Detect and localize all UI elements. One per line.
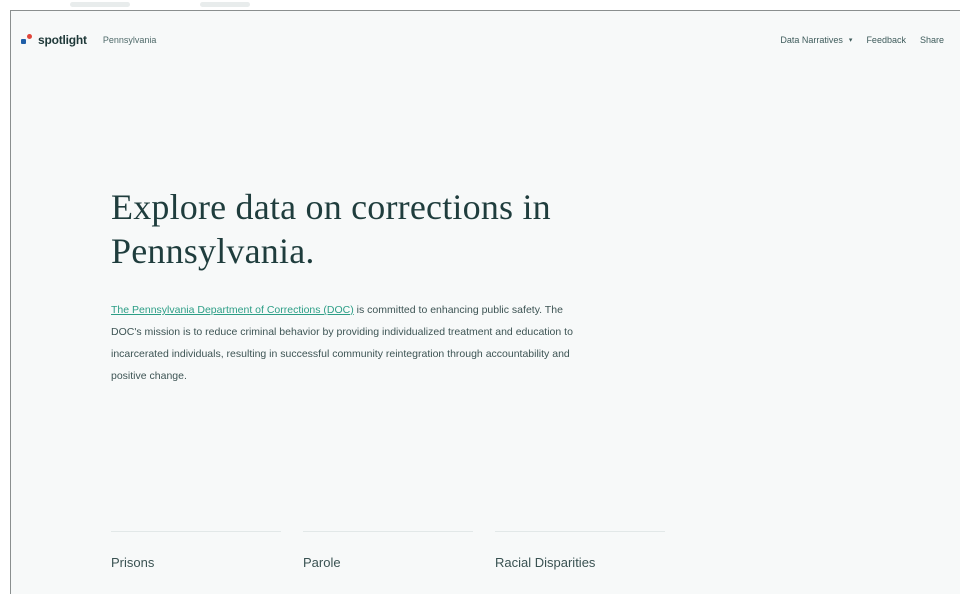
- state-label[interactable]: Pennsylvania: [103, 35, 157, 45]
- card-label: Racial Disparities: [495, 555, 596, 570]
- logo-mark-icon: [21, 34, 35, 46]
- doc-link[interactable]: The Pennsylvania Department of Correctio…: [111, 304, 354, 316]
- card-racial-disparities[interactable]: Racial Disparities: [495, 531, 665, 572]
- chevron-down-icon: ▾: [848, 37, 853, 44]
- data-narratives-dropdown[interactable]: Data Narratives ▾: [780, 35, 852, 45]
- blurred-tab: [200, 2, 250, 7]
- feedback-link[interactable]: Feedback: [866, 35, 906, 45]
- top-nav: spotlight Pennsylvania Data Narratives ▾…: [11, 11, 960, 69]
- card-parole[interactable]: Parole: [303, 531, 473, 572]
- card-label: Prisons: [111, 555, 155, 570]
- brand-name: spotlight: [38, 33, 87, 47]
- spotlight-logo[interactable]: spotlight: [21, 33, 87, 47]
- intro-paragraph: The Pennsylvania Department of Correctio…: [111, 299, 591, 387]
- page-title: Explore data on corrections in Pennsylva…: [111, 187, 551, 271]
- card-prisons[interactable]: Prisons: [111, 531, 281, 572]
- browser-top-strip: [0, 0, 960, 10]
- section-cards: Prisons Parole Racial Disparities: [111, 531, 665, 572]
- blurred-tab: [70, 2, 130, 7]
- page-viewport: spotlight Pennsylvania Data Narratives ▾…: [10, 10, 960, 594]
- card-label: Parole: [303, 555, 341, 570]
- nav-links: Data Narratives ▾ Feedback Share: [780, 35, 944, 45]
- data-narratives-label: Data Narratives: [780, 35, 843, 45]
- share-link[interactable]: Share: [920, 35, 944, 45]
